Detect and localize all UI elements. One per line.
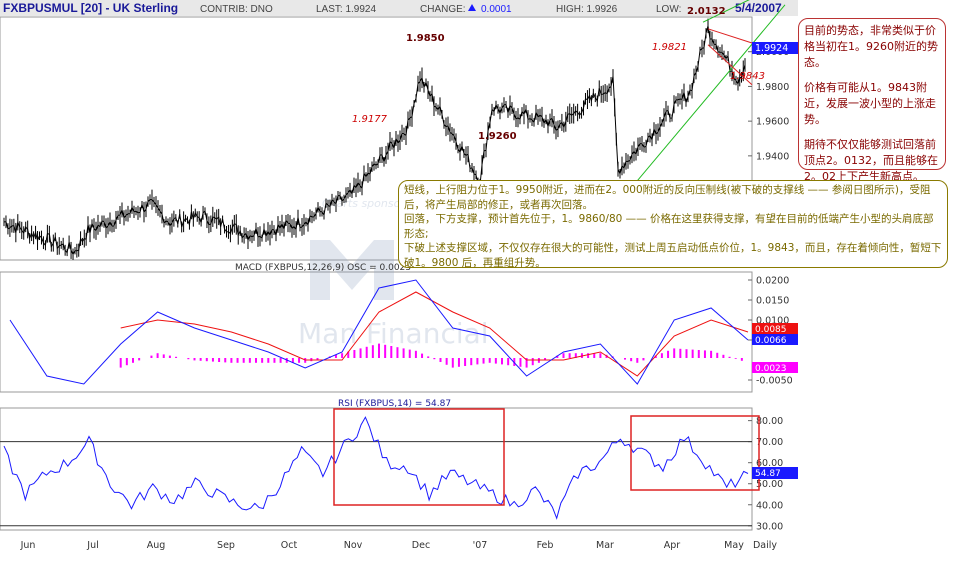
rsi-title: RSI (FXBPUS,14) = 54.87	[338, 399, 451, 409]
price-tick-label: 1.9400	[756, 151, 789, 162]
macd-tick-label: 0.0150	[756, 296, 789, 307]
annotation-peak-left: 1.9177	[352, 114, 388, 125]
last-label: LAST: 1.9924	[316, 4, 376, 15]
macd-tick-label: 0.0200	[756, 276, 789, 287]
resistance-line	[707, 28, 753, 44]
note-olive-line: 短线，上行阻力位于1。9950附近，进而在2。000附近的反向压制线(被下破的支…	[404, 184, 931, 211]
annotation-trough: 1.9260	[478, 131, 517, 142]
x-axis: Jun Jul Aug Sep Oct Nov Dec '07 Feb Mar Apr May Dail…	[20, 540, 778, 551]
x-tick-label: Sep	[217, 540, 235, 551]
rsi-line	[3, 416, 749, 520]
change-value: 0.0001	[481, 4, 512, 15]
annotation-note-olive: 短线，上行阻力位于1。9950附近，进而在2。000附近的反向压制线(被下破的支…	[398, 180, 948, 269]
x-tick-label: Nov	[344, 540, 363, 551]
x-tick-label: Dec	[412, 540, 430, 551]
annotation-peak-right: 2.0132	[687, 6, 726, 17]
rsi-highlight-box-1	[333, 408, 505, 506]
rsi-tick-label: 30.00	[756, 521, 783, 532]
annotation-level-a: 1.9821	[652, 42, 687, 53]
annotation-note-red: 目前的势态，非常类似于价格当初在1。9260附近的势态。 价格有可能从1。984…	[798, 18, 946, 183]
note-red-line: 价格有可能从1。9843附近，发展一波小型的上涨走势。	[804, 81, 936, 126]
price-last-value: 1.9924	[755, 43, 788, 54]
symbol-title: FXBPUSMUL [20] - UK Sterling	[3, 1, 178, 15]
change-label: CHANGE:	[420, 4, 466, 15]
macd-tick-label: -0.0050	[756, 376, 793, 387]
note-red-line: 期待不仅仅能够测试回落前顶点2。0132，而且能够在2。02上下产生新高点。	[804, 138, 938, 183]
x-tick-label: Oct	[281, 540, 298, 551]
macd-tag-1-value: 0.0085	[755, 325, 787, 335]
x-tick-label: Jul	[86, 540, 98, 551]
rsi-tick-label: 40.00	[756, 500, 783, 511]
rsi-tick-label: 50.00	[756, 479, 783, 490]
price-tick-label: 1.9600	[756, 117, 789, 128]
rsi-tick-label: 70.00	[756, 437, 783, 448]
low-label: LOW:	[656, 4, 681, 15]
watermark-line2: Man Financial	[298, 317, 489, 350]
x-tick-label: May	[724, 540, 744, 551]
note-red-line: 目前的势态，非常类似于价格当初在1。9260附近的势态。	[804, 24, 938, 69]
x-tick-label: Jun	[20, 540, 36, 551]
annotation-peak-main: 1.9850	[406, 33, 445, 44]
note-olive-line: 下破上述支撑区域，不仅仅存在很大的可能性，测试上周五启动低点价位，1。9843，…	[404, 242, 942, 269]
rsi-tick-label: 80.00	[756, 416, 783, 427]
rsi-series	[0, 416, 752, 527]
rsi-panel	[0, 407, 753, 531]
price-tick-label: 1.9800	[756, 82, 789, 93]
macd-title: MACD (FXBPUS,12,26,9) OSC = 0.0023	[235, 263, 411, 273]
macd-tag-osc-value: 0.0023	[755, 364, 787, 374]
contrib-label: CONTRIB: DNO	[200, 4, 273, 15]
annotation-level-b: 1.9843	[730, 71, 765, 82]
x-tick-label: Apr	[664, 540, 681, 551]
x-tick-label: Mar	[596, 540, 614, 551]
x-tick-label: Feb	[537, 540, 554, 551]
rsi-last-value: 54.87	[755, 469, 781, 479]
macd-tag-2-value: 0.0066	[755, 336, 787, 346]
x-tick-label: Aug	[147, 540, 166, 551]
high-label: HIGH: 1.9926	[556, 4, 618, 15]
note-olive-line: 回落，下方支撑，预计首先位于，1。9860/80 —— 价格在这里获得支撑，有望…	[404, 213, 934, 240]
x-tick-label: Daily	[753, 540, 777, 551]
x-tick-label: '07	[473, 540, 488, 551]
